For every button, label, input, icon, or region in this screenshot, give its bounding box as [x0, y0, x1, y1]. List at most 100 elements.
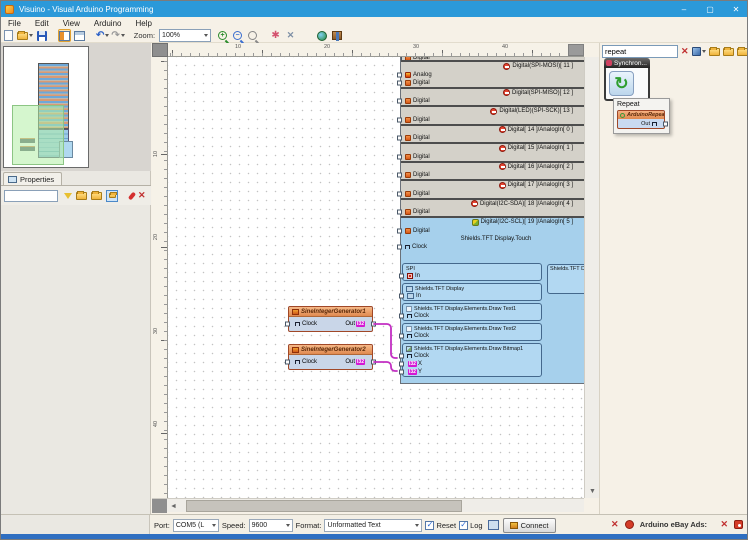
speed-select[interactable]: 9600	[249, 519, 293, 532]
port-select[interactable]: COM5 (L	[173, 519, 219, 532]
new-category-button[interactable]	[709, 48, 720, 56]
palette-category-synchronization[interactable]: Synchron... ↻	[604, 58, 650, 101]
close-ads-right-button[interactable]: ✕	[720, 520, 728, 529]
pin-connector[interactable]	[397, 210, 402, 215]
toggle-left-panel-button[interactable]	[58, 29, 71, 42]
arduino-board-component[interactable]: DigitalDigital(SPI-MOSI)[ 11 ]AnalogDigi…	[400, 57, 584, 384]
format-button[interactable]: ✱	[269, 29, 282, 42]
generator-title: SineIntegerGenerator1	[301, 309, 366, 315]
subcomponent-draw-bitmap1[interactable]: Shields.TFT Display.Elements.Draw Bitmap…	[402, 343, 542, 377]
scroll-down-arrow-icon[interactable]: ▼	[585, 485, 600, 498]
zoom-in-button[interactable]: +	[216, 29, 229, 42]
menu-edit[interactable]: Edit	[28, 17, 56, 29]
pin-connector[interactable]	[399, 370, 404, 375]
filter-funnel-button[interactable]	[64, 193, 72, 199]
collapse-all-button[interactable]	[91, 192, 102, 200]
zoom-reset-button[interactable]	[246, 29, 259, 42]
pin-connector[interactable]	[399, 354, 404, 359]
minimize-button[interactable]: –	[671, 1, 697, 17]
toggle-grid-button[interactable]	[73, 29, 86, 42]
subcomponent-draw-text2[interactable]: Shields.TFT Display.Elements.Draw Text2C…	[402, 323, 542, 341]
pin-connector[interactable]	[397, 99, 402, 104]
format-select[interactable]: Unformatted Text	[324, 519, 422, 532]
expand-categories-button[interactable]	[723, 48, 734, 56]
horizontal-scroll-thumb[interactable]	[186, 500, 462, 512]
pin-connector[interactable]	[399, 294, 404, 299]
clear-button[interactable]: ✕	[138, 191, 146, 200]
redo-button[interactable]: ↷	[111, 29, 124, 42]
menu-view[interactable]: View	[56, 17, 87, 29]
expand-all-button[interactable]	[76, 192, 87, 200]
redo-dropdown-icon[interactable]	[121, 34, 125, 37]
menu-help[interactable]: Help	[128, 17, 158, 29]
delete-button[interactable]: ✕	[284, 29, 297, 42]
open-dropdown-icon[interactable]	[29, 34, 33, 37]
menu-arduino[interactable]: Arduino	[87, 17, 129, 29]
pin-connector[interactable]	[397, 191, 402, 196]
log-checkbox[interactable]: ✓Log	[459, 521, 483, 530]
repeat-component-tile[interactable]: ↻	[609, 71, 634, 96]
pin-connector[interactable]	[397, 72, 402, 77]
undo-button[interactable]: ↶	[96, 29, 109, 42]
log-check-icon: ✓	[459, 521, 468, 530]
open-project-button[interactable]	[17, 29, 33, 42]
pin-button[interactable]	[130, 192, 134, 200]
generator-2[interactable]: SineIntegerGenerator2ClockOutI32	[288, 344, 373, 370]
pin-connector[interactable]	[371, 360, 376, 365]
subcomponent-spi[interactable]: SPIIn	[402, 263, 542, 281]
collapse-categories-button[interactable]	[737, 48, 748, 56]
maximize-button[interactable]: ▢	[697, 1, 723, 17]
menu-file[interactable]: File	[1, 17, 28, 29]
pin-connector[interactable]	[399, 334, 404, 339]
close-button[interactable]: ✕	[723, 1, 748, 17]
new-project-button[interactable]	[2, 29, 15, 42]
save-project-button[interactable]	[35, 29, 48, 42]
pin-connector[interactable]	[399, 274, 404, 279]
subcomponent-tft-display[interactable]: Shields.TFT DisplayIn	[402, 283, 542, 301]
horizontal-scrollbar[interactable]: ◄	[152, 498, 584, 512]
pin-connector[interactable]	[397, 136, 402, 141]
pin-connector[interactable]	[397, 117, 402, 122]
wire-gen2-to-y[interactable]	[374, 362, 397, 371]
log-viewer-icon[interactable]	[488, 520, 499, 530]
format-swirl-icon: ✱	[271, 30, 279, 41]
web-help-button[interactable]	[315, 29, 328, 42]
design-canvas[interactable]: DigitalDigital(SPI-MOSI)[ 11 ]AnalogDigi…	[168, 57, 584, 498]
arrange-button[interactable]	[106, 190, 118, 202]
undo-dropdown-icon[interactable]	[105, 34, 109, 37]
generator-1[interactable]: SineIntegerGenerator1ClockOutI32	[288, 306, 373, 332]
pin-connector[interactable]	[399, 362, 404, 367]
zoom-out-button[interactable]: −	[231, 29, 244, 42]
tft-display-side-box[interactable]: Shields.TFT Di	[547, 264, 584, 294]
pin-connector[interactable]	[285, 360, 290, 365]
close-ads-left-button[interactable]: ✕	[611, 520, 619, 529]
properties-filter-input[interactable]	[4, 190, 58, 202]
stop-ads-icon[interactable]	[734, 520, 743, 529]
filter-wizard-button[interactable]	[692, 47, 706, 56]
subcomponent-draw-text1[interactable]: Shields.TFT Display.Elements.Draw Text1C…	[402, 303, 542, 321]
pin-connector[interactable]	[399, 314, 404, 319]
pin-connector[interactable]	[397, 245, 402, 250]
properties-tab[interactable]: Properties	[3, 172, 62, 185]
vertical-scrollbar[interactable]: ▼	[584, 57, 599, 498]
digital-icon	[405, 98, 411, 104]
wire-gen1-to-x[interactable]	[374, 324, 397, 358]
pin-connector[interactable]	[397, 173, 402, 178]
pin-connector[interactable]	[397, 80, 402, 85]
reset-checkbox[interactable]: ✓Reset	[425, 521, 456, 530]
arduino-repeat-preview[interactable]: ArduinoRepeat Out	[617, 110, 665, 129]
minimap-viewport-rect[interactable]	[12, 105, 64, 165]
palette-search-input[interactable]	[602, 45, 678, 58]
package-button[interactable]	[330, 29, 343, 42]
pin-connector[interactable]	[397, 154, 402, 159]
clear-search-button[interactable]: ✕	[681, 47, 689, 56]
pin-connector[interactable]	[397, 228, 402, 233]
connect-button[interactable]: Connect	[503, 518, 556, 533]
zoom-combobox[interactable]: 100%	[159, 29, 211, 42]
scroll-left-arrow-icon[interactable]: ◄	[167, 499, 180, 513]
minimap[interactable]	[3, 46, 89, 168]
power-icon[interactable]	[625, 520, 634, 529]
pin-connector[interactable]	[371, 322, 376, 327]
preview-out-pin-connector[interactable]	[663, 121, 668, 126]
pin-connector[interactable]	[285, 322, 290, 327]
